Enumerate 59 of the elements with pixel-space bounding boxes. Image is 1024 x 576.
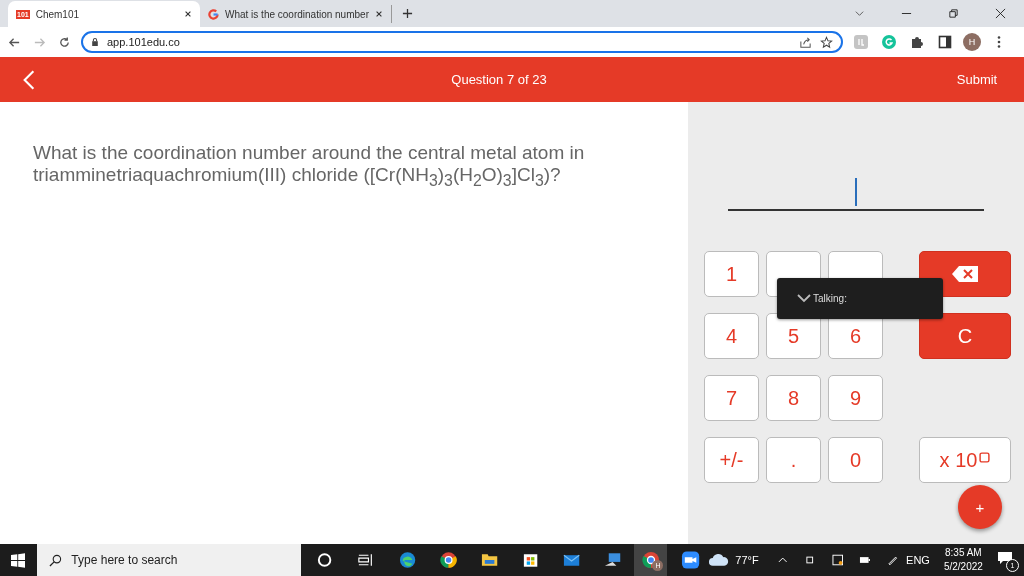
search-icon — [49, 553, 63, 567]
language-indicator[interactable]: ENG — [906, 554, 930, 566]
video-camera-icon[interactable] — [681, 550, 701, 570]
clock-date: 5/2/2022 — [943, 560, 983, 574]
profile-avatar[interactable]: H — [963, 33, 981, 51]
text-cursor — [855, 178, 857, 206]
add-button[interactable]: + — [958, 485, 1002, 529]
weather-temperature[interactable]: 77°F — [735, 554, 759, 566]
keypad-key[interactable]: 7 — [704, 375, 759, 421]
lock-icon — [91, 37, 99, 47]
keypad-key[interactable]: 5 — [766, 313, 821, 359]
question-counter: Question 7 of 23 — [450, 72, 548, 87]
search-placeholder: Type here to search — [71, 553, 178, 567]
back-chevron-icon[interactable] — [22, 68, 36, 91]
exponent-box-icon — [979, 451, 991, 463]
keypad-key[interactable]: . — [766, 437, 821, 483]
close-icon[interactable] — [375, 10, 383, 18]
battery-icon[interactable] — [859, 554, 871, 566]
close-icon[interactable] — [184, 10, 192, 18]
keypad-key[interactable]: 9 — [828, 375, 883, 421]
meet-icon[interactable] — [804, 554, 816, 566]
close-icon[interactable] — [995, 8, 1006, 19]
question-text: What is the coordination number around the central metal atom in triamminetriaquachromium(III) chloride ([Cr(NH$_{3}$)$_{3}$(H$_{2}$O)$_{3}$]Cl$_{3}$)? — [33, 142, 586, 191]
clear-button[interactable]: C — [919, 313, 1011, 359]
keypad-key[interactable]: +/- — [704, 437, 759, 483]
answer-field[interactable] — [728, 178, 984, 211]
chrome-icon[interactable] — [438, 550, 458, 570]
cloud-icon[interactable] — [708, 553, 730, 567]
keypad-key[interactable]: 4 — [704, 313, 759, 359]
restore-icon[interactable] — [948, 8, 959, 19]
keypad-key[interactable]: 1 — [704, 251, 759, 297]
side-panel-icon[interactable] — [938, 35, 952, 49]
keypad-key[interactable]: 8 — [766, 375, 821, 421]
puzzle-icon[interactable] — [910, 35, 924, 49]
reload-icon[interactable] — [58, 35, 71, 49]
taskbar-search-field[interactable]: Type here to search — [37, 544, 302, 576]
pen-icon[interactable] — [886, 554, 899, 566]
chevron-down-icon[interactable] — [797, 294, 811, 303]
address-bar[interactable]: app.101edu.co — [81, 31, 843, 53]
url-text: app.101edu.co — [107, 36, 180, 48]
share-icon[interactable] — [799, 35, 812, 49]
star-icon[interactable] — [820, 35, 833, 49]
exponent-button[interactable]: x 10 — [919, 437, 1011, 483]
g-logo-icon — [208, 8, 219, 20]
clock[interactable]: 8:35 AM 5/2/2022 — [943, 546, 983, 574]
backspace-button[interactable] — [919, 251, 1011, 297]
screen-capture-icon[interactable] — [831, 554, 844, 566]
new-tab-icon[interactable] — [402, 8, 413, 19]
start-icon[interactable] — [11, 552, 26, 568]
tooltip-text: Talking: — [813, 293, 847, 304]
browser-tab[interactable]: What is the coordination number — [200, 5, 392, 23]
keypad-key[interactable]: 0 — [828, 437, 883, 483]
edge-icon[interactable] — [397, 550, 417, 570]
clock-time: 8:35 AM — [945, 546, 982, 560]
notification-icon[interactable] — [996, 550, 1013, 566]
submit-button[interactable]: Submit — [942, 66, 1012, 93]
tab-title: What is the coordination number — [225, 8, 369, 20]
backspace-icon — [951, 265, 979, 283]
tab-title: Chem101 — [35, 8, 81, 20]
